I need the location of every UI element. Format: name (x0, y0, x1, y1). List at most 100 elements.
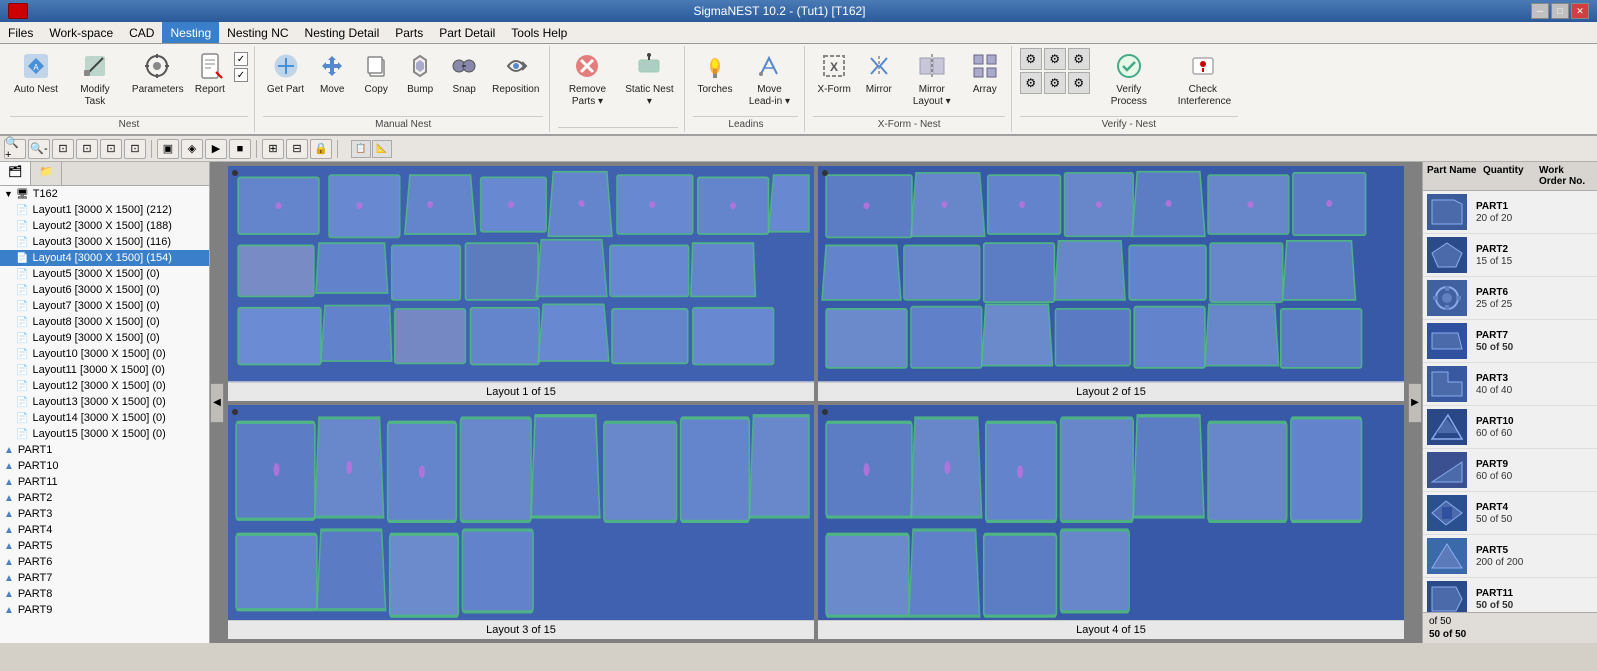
verify-process-button[interactable]: Verify Process (1094, 48, 1164, 110)
tree-layout14[interactable]: 📄 Layout14 [3000 X 1500] (0) (0, 410, 209, 426)
bump-button[interactable]: Bump (400, 48, 440, 98)
part-list-item-3[interactable]: PART3 40 of 40 (1423, 363, 1597, 406)
nest-view-btn-1[interactable]: 📋 (351, 140, 371, 158)
view-btn-3[interactable]: ⊡ (124, 139, 146, 159)
tree-layout5[interactable]: 📄 Layout5 [3000 X 1500] (0) (0, 266, 209, 282)
tree-layout15[interactable]: 📄 Layout15 [3000 X 1500] (0) (0, 426, 209, 442)
tree-part4[interactable]: ▲ PART4 (0, 522, 209, 538)
maximize-button[interactable]: □ (1551, 3, 1569, 19)
grid-btn-2[interactable]: ⊟ (286, 139, 308, 159)
verify-icon-6[interactable]: ⚙ (1068, 72, 1090, 94)
tree-layout7[interactable]: 📄 Layout7 [3000 X 1500] (0) (0, 298, 209, 314)
tree-layout12[interactable]: 📄 Layout12 [3000 X 1500] (0) (0, 378, 209, 394)
tree-layout2[interactable]: 📄 Layout2 [3000 X 1500] (188) (0, 218, 209, 234)
view-btn-1[interactable]: ⊡ (76, 139, 98, 159)
remove-parts-button[interactable]: Remove Parts ▾ (558, 48, 616, 110)
tree-part10[interactable]: ▲ PART10 (0, 458, 209, 474)
part-list-item-10[interactable]: PART10 60 of 60 (1423, 406, 1597, 449)
tree-part7[interactable]: ▲ PART7 (0, 570, 209, 586)
tree-part3[interactable]: ▲ PART3 (0, 506, 209, 522)
report-button[interactable]: Report (190, 48, 230, 98)
tree-layout11[interactable]: 📄 Layout11 [3000 X 1500] (0) (0, 362, 209, 378)
part-list-item-4[interactable]: PART4 50 of 50 (1423, 492, 1597, 535)
snap-button[interactable]: Snap (444, 48, 484, 98)
tree-part6[interactable]: ▲ PART6 (0, 554, 209, 570)
tree-layout3[interactable]: 📄 Layout3 [3000 X 1500] (116) (0, 234, 209, 250)
menu-workspace[interactable]: Work-space (41, 22, 121, 43)
tree-layout1[interactable]: 📄 Layout1 [3000 X 1500] (212) (0, 202, 209, 218)
static-nest-button[interactable]: Static Nest ▾ (620, 48, 678, 110)
cursor-btn[interactable]: ◈ (181, 139, 203, 159)
check-interference-button[interactable]: Check Interference (1168, 48, 1238, 110)
copy-button[interactable]: Copy (356, 48, 396, 98)
part-list-item-6[interactable]: PART6 25 of 25 (1423, 277, 1597, 320)
tree-root[interactable]: ▼ 🖥 T162 (0, 186, 209, 202)
tree-part9[interactable]: ▲ PART9 (0, 602, 209, 618)
mirror-layout-button[interactable]: Mirror Layout ▾ (903, 48, 961, 110)
mirror-button[interactable]: Mirror (859, 48, 899, 98)
left-tab-tree[interactable]: 🗂 (0, 162, 31, 185)
tree-layout10[interactable]: 📄 Layout10 [3000 X 1500] (0) (0, 346, 209, 362)
menu-parts[interactable]: Parts (387, 22, 431, 43)
torches-button[interactable]: Torches (693, 48, 736, 98)
menu-nesting-nc[interactable]: Nesting NC (219, 22, 296, 43)
close-button[interactable]: ✕ (1571, 3, 1589, 19)
tree-layout13[interactable]: 📄 Layout13 [3000 X 1500] (0) (0, 394, 209, 410)
menu-nesting[interactable]: Nesting (162, 22, 219, 43)
part-list-item-5[interactable]: PART5 200 of 200 (1423, 535, 1597, 578)
zoom-fit-button[interactable]: ⊡ (52, 139, 74, 159)
check-2[interactable]: ✓ (234, 68, 248, 82)
menu-cad[interactable]: CAD (121, 22, 162, 43)
lock-btn[interactable]: 🔒 (310, 139, 332, 159)
tree-part8[interactable]: ▲ PART8 (0, 586, 209, 602)
get-part-button[interactable]: Get Part (263, 48, 308, 98)
tree-layout9[interactable]: 📄 Layout9 [3000 X 1500] (0) (0, 330, 209, 346)
menu-nesting-detail[interactable]: Nesting Detail (297, 22, 388, 43)
tree-part1[interactable]: ▲ PART1 (0, 442, 209, 458)
move-leadin-label: Move Lead-in ▾ (744, 84, 794, 108)
tree-layout4[interactable]: 📄 Layout4 [3000 X 1500] (154) (0, 250, 209, 266)
part-list-item-2[interactable]: PART2 15 of 15 (1423, 234, 1597, 277)
zoom-out-button[interactable]: 🔍- (28, 139, 50, 159)
part-list-item-1[interactable]: PART1 20 of 20 (1423, 191, 1597, 234)
tree-part11[interactable]: ▲ PART11 (0, 474, 209, 490)
scroll-right-btn[interactable]: ▶ (1408, 383, 1422, 423)
verify-icon-3[interactable]: ⚙ (1068, 48, 1090, 70)
part-list-item-9[interactable]: PART9 60 of 60 (1423, 449, 1597, 492)
reposition-button[interactable]: Reposition (488, 48, 543, 98)
tree-layout8[interactable]: 📄 Layout8 [3000 X 1500] (0) (0, 314, 209, 330)
verify-icon-5[interactable]: ⚙ (1044, 72, 1066, 94)
verify-icon-2[interactable]: ⚙ (1044, 48, 1066, 70)
menu-files[interactable]: Files (0, 22, 41, 43)
move-leadin-button[interactable]: Move Lead-in ▾ (740, 48, 798, 110)
verify-icon-1[interactable]: ⚙ (1020, 48, 1042, 70)
x-form-button[interactable]: X X-Form (813, 48, 854, 98)
auto-nest-button[interactable]: A Auto Nest (10, 48, 62, 98)
tree-layout15-icon: 📄 (16, 429, 28, 440)
menu-part-detail[interactable]: Part Detail (431, 22, 503, 43)
tree-part5[interactable]: ▲ PART5 (0, 538, 209, 554)
play-btn[interactable]: ▶ (205, 139, 227, 159)
grid-btn-1[interactable]: ⊞ (262, 139, 284, 159)
stop-btn[interactable]: ■ (229, 139, 251, 159)
array-button[interactable]: Array (965, 48, 1005, 98)
parameters-button[interactable]: Parameters (128, 48, 186, 98)
tree-layout6[interactable]: 📄 Layout6 [3000 X 1500] (0) (0, 282, 209, 298)
part7-name: PART7 (1476, 330, 1593, 341)
view-btn-2[interactable]: ⊡ (100, 139, 122, 159)
move-button[interactable]: Move (312, 48, 352, 98)
nest-view-btn-2[interactable]: 📐 (372, 140, 392, 158)
app-icon[interactable] (8, 3, 28, 19)
minimize-button[interactable]: ─ (1531, 3, 1549, 19)
menu-tools-help[interactable]: Tools Help (503, 22, 575, 43)
modify-task-button[interactable]: Modify Task (66, 48, 124, 110)
tree-part2[interactable]: ▲ PART2 (0, 490, 209, 506)
part-list-item-11[interactable]: PART11 50 of 50 (1423, 578, 1597, 612)
verify-icon-4[interactable]: ⚙ (1020, 72, 1042, 94)
scroll-left-btn[interactable]: ◀ (210, 383, 224, 423)
left-tab-folder[interactable]: 📁 (31, 162, 62, 185)
zoom-in-button[interactable]: 🔍+ (4, 139, 26, 159)
check-1[interactable]: ✓ (234, 52, 248, 66)
part-list-item-7[interactable]: PART7 50 of 50 (1423, 320, 1597, 363)
select-btn[interactable]: ▣ (157, 139, 179, 159)
